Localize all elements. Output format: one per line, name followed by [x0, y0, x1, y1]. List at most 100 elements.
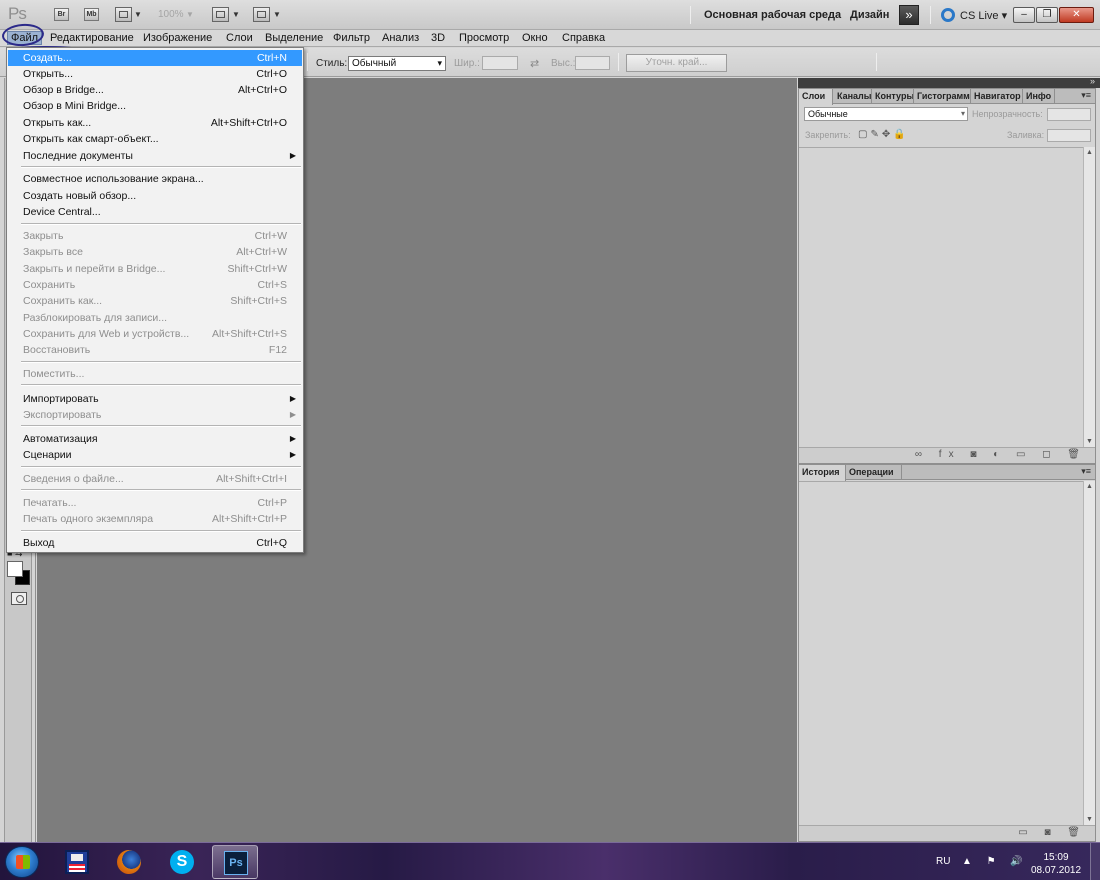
menu-item-file-info[interactable]: Сведения о файле... Alt+Shift+Ctrl+I	[8, 471, 302, 487]
menu-image[interactable]: Изображение	[143, 32, 212, 44]
menu-item-close-all[interactable]: Закрыть все Alt+Ctrl+W	[8, 244, 302, 260]
menu-item-exit[interactable]: Выход Ctrl+Q	[8, 535, 302, 551]
chevron-down-icon[interactable]: ▼	[232, 10, 240, 19]
foreground-color-swatch[interactable]	[7, 561, 23, 577]
panel-menu-icon[interactable]: ▾≡	[1081, 90, 1091, 101]
menu-view[interactable]: Просмотр	[459, 32, 509, 44]
menu-item-save-as[interactable]: Сохранить как... Shift+Ctrl+S	[8, 293, 302, 309]
menu-layers[interactable]: Слои	[226, 32, 253, 44]
menu-item-browse-bridge[interactable]: Обзор в Bridge... Alt+Ctrl+O	[8, 82, 302, 98]
scroll-down-icon[interactable]: ▼	[1086, 438, 1093, 445]
opacity-field[interactable]	[1047, 108, 1091, 121]
swap-icon[interactable]: ⇄	[530, 57, 539, 70]
menu-help[interactable]: Справка	[562, 32, 605, 44]
more-workspaces-button[interactable]: »	[899, 5, 919, 25]
menu-item-print-one-copy[interactable]: Печать одного экземпляра Alt+Shift+Ctrl+P	[8, 511, 302, 527]
menu-item-close-go-bridge[interactable]: Закрыть и перейти в Bridge... Shift+Ctrl+…	[8, 261, 302, 277]
tab-channels[interactable]: Каналы	[834, 89, 872, 104]
taskbar-app-photoshop[interactable]: Ps	[212, 845, 258, 879]
scroll-up-icon[interactable]: ▲	[1086, 483, 1093, 490]
tab-layers[interactable]: Слои	[799, 89, 833, 105]
menu-3d[interactable]: 3D	[431, 32, 445, 44]
menu-item-save-for-web[interactable]: Сохранить для Web и устройств... Alt+Shif…	[8, 326, 302, 342]
menu-item-open-as[interactable]: Открыть как... Alt+Shift+Ctrl+O	[8, 115, 302, 131]
menu-item-save[interactable]: Сохранить Ctrl+S	[8, 277, 302, 293]
maximize-button[interactable]: ❐	[1036, 7, 1058, 23]
menu-window[interactable]: Окно	[522, 32, 548, 44]
menu-item-scripts[interactable]: Сценарии ▶	[8, 447, 302, 463]
history-footer-icons[interactable]: ▭ ◙ 🗑	[1018, 827, 1087, 838]
tab-actions[interactable]: Операции	[846, 465, 902, 480]
menu-edit[interactable]: Редактирование	[50, 32, 134, 44]
workspace-essentials[interactable]: Основная рабочая среда	[704, 9, 841, 21]
panel-dock-header[interactable]: »	[798, 76, 1100, 88]
close-button[interactable]: ✕	[1059, 7, 1094, 23]
lock-icons[interactable]: ▢✎✥🔒	[858, 129, 909, 140]
tray-icons[interactable]: ▲ ⚑ 🔊	[962, 856, 1029, 867]
start-button[interactable]	[5, 846, 39, 878]
height-field[interactable]	[575, 56, 610, 70]
menu-item-share-screen[interactable]: Совместное использование экрана...	[8, 171, 302, 187]
blend-mode-select[interactable]: Обычные	[804, 107, 968, 121]
menu-item-open-smart-object[interactable]: Открыть как смарт-объект...	[8, 131, 302, 147]
menu-select[interactable]: Выделение	[265, 32, 323, 44]
fill-field[interactable]	[1047, 129, 1091, 142]
menu-item-automate[interactable]: Автоматизация ▶	[8, 431, 302, 447]
taskbar-app-firefox[interactable]	[106, 845, 152, 879]
menu-item-import[interactable]: Импортировать ▶	[8, 391, 302, 407]
quick-mask-icon[interactable]	[11, 592, 27, 605]
arrange-documents-icon[interactable]	[212, 7, 229, 22]
show-desktop-button[interactable]	[1090, 843, 1100, 880]
menu-item-revert[interactable]: Восстановить F12	[8, 342, 302, 358]
menu-item-new[interactable]: Создать... Ctrl+N	[8, 50, 302, 66]
scroll-down-icon[interactable]: ▼	[1086, 816, 1093, 823]
system-clock[interactable]: 15:09 08.07.2012	[1026, 851, 1086, 877]
width-label: Шир.:	[454, 58, 480, 69]
panel-menu-icon[interactable]: ▾≡	[1081, 466, 1091, 477]
collapse-icon[interactable]: »	[1090, 76, 1095, 86]
tab-info[interactable]: Инфо	[1023, 89, 1055, 104]
style-select[interactable]: Обычный	[348, 56, 446, 71]
menu-item-check-in[interactable]: Разблокировать для записи...	[8, 310, 302, 326]
menu-item-device-central[interactable]: Device Central...	[8, 204, 302, 220]
cs-live-menu[interactable]: CS Live ▾	[960, 9, 1007, 22]
menu-filter[interactable]: Фильтр	[333, 32, 370, 44]
chevron-down-icon[interactable]: ▼	[186, 10, 194, 19]
menu-item-place[interactable]: Поместить...	[8, 366, 302, 382]
minimize-button[interactable]: –	[1013, 7, 1035, 23]
width-field[interactable]	[482, 56, 518, 70]
taskbar-app-skype[interactable]: S	[159, 845, 205, 879]
chevron-down-icon[interactable]: ▼	[273, 10, 281, 19]
refine-edge-button[interactable]: Уточн. край...	[626, 54, 727, 72]
mini-bridge-button[interactable]: Mb	[84, 8, 99, 21]
tab-navigator[interactable]: Навигатор	[971, 89, 1023, 104]
menu-item-close[interactable]: Закрыть Ctrl+W	[8, 228, 302, 244]
menu-item-new-review[interactable]: Создать новый обзор...	[8, 188, 302, 204]
menu-item-recent-documents[interactable]: Последние документы ▶	[8, 148, 302, 164]
layers-footer-icons[interactable]: ∞ fx ◙ ◐ ▭ ◻ 🗑	[915, 449, 1087, 460]
bridge-button[interactable]: Br	[54, 8, 69, 21]
lock-label: Закрепить:	[805, 130, 851, 140]
tab-histogram[interactable]: Гистограмма	[914, 89, 971, 104]
menu-item-print[interactable]: Печатать... Ctrl+P	[8, 495, 302, 511]
layers-scrollbar[interactable]: ▲ ▼	[1083, 147, 1095, 447]
clock-date: 08.07.2012	[1030, 865, 1082, 876]
workspace-design[interactable]: Дизайн	[850, 9, 889, 21]
menu-item-open[interactable]: Открыть... Ctrl+O	[8, 66, 302, 82]
scroll-up-icon[interactable]: ▲	[1086, 149, 1093, 156]
history-scrollbar[interactable]: ▲ ▼	[1083, 481, 1095, 825]
language-indicator[interactable]: RU	[936, 856, 950, 867]
history-list[interactable]	[799, 481, 1083, 825]
menu-analysis[interactable]: Анализ	[382, 32, 419, 44]
tab-history[interactable]: История	[799, 465, 846, 481]
menu-item-browse-mini-bridge[interactable]: Обзор в Mini Bridge...	[8, 98, 302, 114]
tab-paths[interactable]: Контуры	[872, 89, 914, 104]
layers-list[interactable]	[799, 147, 1083, 447]
screen-mode-icon[interactable]	[253, 7, 270, 22]
chevron-down-icon[interactable]: ▼	[134, 10, 142, 19]
view-extras-icon[interactable]	[115, 7, 132, 22]
cs-live-icon[interactable]	[941, 8, 955, 22]
zoom-level[interactable]: 100%	[158, 9, 184, 20]
taskbar-app-save[interactable]	[54, 845, 100, 879]
menu-item-export[interactable]: Экспортировать ▶	[8, 407, 302, 423]
